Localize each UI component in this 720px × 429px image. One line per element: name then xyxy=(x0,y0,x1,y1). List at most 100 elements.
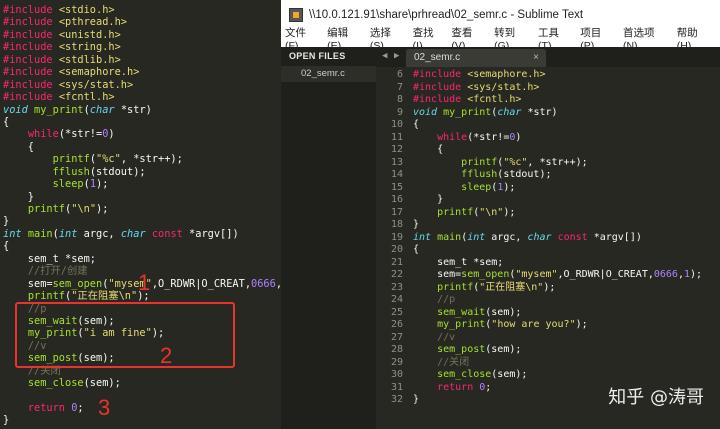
menu-bar: 文件(F) 编辑(E) 选择(S) 查找(I) 查看(V) 转到(G) 工具(T) 项目(P)… xyxy=(281,27,720,52)
code-line[interactable]: #include <sys/stat.h> xyxy=(413,82,702,95)
sidebar-open-file[interactable]: 02_semr.c xyxy=(281,66,376,82)
code-line[interactable]: } xyxy=(413,194,702,207)
code-line[interactable]: sem_close(sem); xyxy=(3,377,281,389)
code-token: "%c" xyxy=(503,156,528,168)
code-line[interactable]: sem_t *sem; xyxy=(3,253,281,265)
code-line[interactable]: printf("正在阻塞\n"); xyxy=(413,282,702,295)
right-code-area[interactable]: #include <semaphore.h> #include <sys/stat… xyxy=(413,69,702,407)
code-token: #include xyxy=(413,69,462,80)
code-token: char xyxy=(89,103,115,116)
code-token: ; xyxy=(77,402,84,414)
code-line[interactable]: sem_wait(sem); xyxy=(413,307,702,320)
code-line[interactable]: int main(int argc, char const *argv[]) xyxy=(3,228,281,240)
code-line[interactable]: void my_print(char *str) xyxy=(413,107,702,120)
code-line[interactable]: } xyxy=(3,191,281,203)
code-line[interactable]: printf("\n"); xyxy=(3,203,281,215)
code-line[interactable]: { xyxy=(413,144,702,157)
code-line[interactable]: my_print("how are you?"); xyxy=(413,319,702,332)
code-line[interactable]: return 0; xyxy=(3,402,281,414)
code-line[interactable]: printf("%c", *str++); xyxy=(413,157,702,170)
code-line[interactable]: #include <stdio.h> xyxy=(3,4,281,16)
left-editor-pane[interactable]: #include <stdio.h> #include <pthread.h> #i… xyxy=(0,0,281,429)
code-line[interactable]: fflush(stdout); xyxy=(413,169,702,182)
code-line[interactable]: #include <fcntl.h> xyxy=(413,94,702,107)
code-token: printf xyxy=(52,153,90,166)
close-icon[interactable]: × xyxy=(533,49,539,67)
code-line[interactable]: sem_close(sem); xyxy=(413,369,702,382)
code-line[interactable]: //p xyxy=(413,294,702,307)
code-line[interactable]: fflush(stdout); xyxy=(3,166,281,178)
code-line[interactable]: sem_post(sem); xyxy=(413,344,702,357)
code-line[interactable]: #include <stdlib.h> xyxy=(3,54,281,66)
code-token: "how are you?" xyxy=(491,319,576,330)
code-token: "mysem" xyxy=(515,269,558,280)
tab-02-semr[interactable]: 02_semr.c × xyxy=(406,49,546,67)
line-number: 9 xyxy=(396,106,403,118)
code-token: 0666 xyxy=(251,277,276,290)
code-line[interactable]: //v xyxy=(413,332,702,345)
code-line[interactable]: while(*str!=0) xyxy=(413,132,702,145)
tab-nav-left-icon[interactable]: ◀ xyxy=(382,51,387,61)
code-line[interactable]: } xyxy=(3,414,281,426)
code-line[interactable]: { xyxy=(3,141,281,153)
tab-nav-right-icon[interactable]: ▶ xyxy=(394,51,399,61)
code-token: <sys/stat.h> xyxy=(58,78,134,91)
code-token: { xyxy=(3,140,34,153)
code-token: sem_open xyxy=(461,269,510,280)
code-line[interactable] xyxy=(3,390,281,402)
code-token: sem_t *sem; xyxy=(3,252,96,265)
line-number: 24 xyxy=(390,294,403,305)
code-token: { xyxy=(413,244,420,255)
code-line[interactable]: printf("%c", *str++); xyxy=(3,153,281,165)
code-editor[interactable]: 6 7 8 9 10 11 12 13 14 15 16 17 18 19 20 21 22 23 24 25 26 27… xyxy=(376,67,720,429)
code-line[interactable]: { xyxy=(413,244,702,257)
code-line[interactable]: int main(int argc, char const *argv[]) xyxy=(413,232,702,245)
code-line[interactable]: #include <unistd.h> xyxy=(3,29,281,41)
code-token: <stdlib.h> xyxy=(58,53,121,66)
code-token: char xyxy=(497,106,522,118)
code-line[interactable]: } xyxy=(413,219,702,232)
code-line[interactable]: #include <string.h> xyxy=(3,41,281,53)
window-title: \\10.0.121.91\share\prhread\02_semr.c - … xyxy=(309,9,584,21)
code-line[interactable]: printf("\n"); xyxy=(413,207,702,220)
line-number: 6 xyxy=(396,69,403,80)
line-number: 25 xyxy=(390,306,403,318)
code-token: (sem); xyxy=(83,377,121,390)
code-token: ; xyxy=(485,381,492,393)
code-line[interactable]: void my_print(char *str) xyxy=(3,104,281,116)
code-token: #include xyxy=(3,4,53,16)
line-number: 30 xyxy=(390,369,403,380)
code-token: sem= xyxy=(413,269,462,280)
sublime-text-window: \\10.0.121.91\share\prhread\02_semr.c - … xyxy=(281,0,720,429)
code-token: sem_close xyxy=(437,369,492,380)
code-token: my_print xyxy=(443,106,492,118)
code-token: //v xyxy=(437,331,456,343)
code-line[interactable]: sem_t *sem; xyxy=(413,257,702,270)
code-token: <fcntl.h> xyxy=(467,94,522,105)
code-line[interactable]: #include <sys/stat.h> xyxy=(3,79,281,91)
code-line[interactable]: while(*str!=0) xyxy=(3,128,281,140)
code-token: ); xyxy=(503,206,516,218)
code-line[interactable]: { xyxy=(3,240,281,252)
code-line[interactable]: } xyxy=(3,215,281,227)
code-line[interactable]: sleep(1); xyxy=(3,178,281,190)
code-line[interactable]: #include <semaphore.h> xyxy=(3,66,281,78)
code-line[interactable]: #include <semaphore.h> xyxy=(413,69,702,82)
code-line[interactable]: { xyxy=(413,119,702,132)
code-token: #include xyxy=(3,78,53,91)
code-line[interactable]: { xyxy=(3,116,281,128)
code-token: { xyxy=(3,115,10,128)
code-line[interactable]: //关闭 xyxy=(413,357,702,370)
code-line[interactable]: sleep(1); xyxy=(413,182,702,195)
code-line[interactable]: #include <fcntl.h> xyxy=(3,91,281,103)
code-token: //p xyxy=(437,294,456,305)
code-line[interactable]: sem=sem_open("mysem",O_RDWR|O_CREAT,0666… xyxy=(413,269,702,282)
code-line[interactable]: #include <pthread.h> xyxy=(3,16,281,28)
